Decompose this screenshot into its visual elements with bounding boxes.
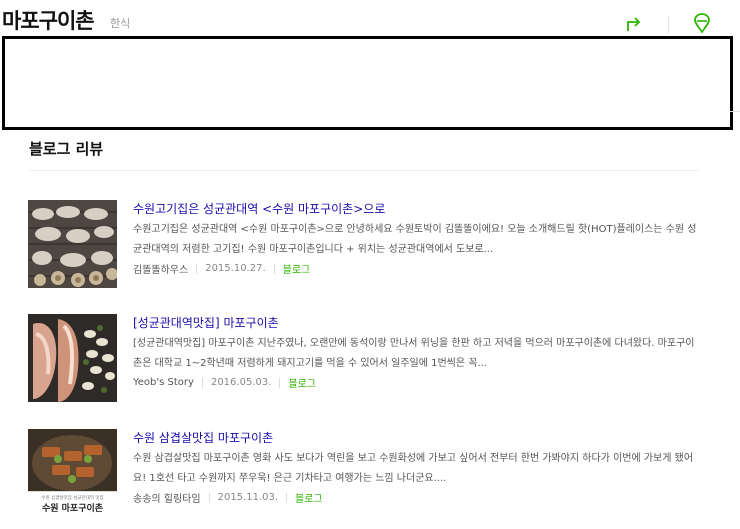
section-divider bbox=[29, 170, 699, 171]
review-source: 블로그 bbox=[288, 379, 316, 390]
review-meta: 김똘똘하우스 2015.10.27. 블로그 bbox=[133, 261, 310, 276]
review-meta: 송송의 힐링타임 2015.11.03. 블로그 bbox=[133, 490, 323, 505]
review-item[interactable]: 수원고기집은 성균관대역 <수원 마포구이촌>으로 수원고기집은 성균관대역 <… bbox=[0, 200, 740, 300]
header-divider bbox=[668, 16, 669, 34]
place-header: 마포구이촌 한식 bbox=[0, 0, 740, 38]
review-author[interactable]: 송송의 힐링타임 bbox=[133, 490, 201, 505]
review-description: 수원 삼겹살맛집 마포구이촌 영화 사도 보다가 역린을 보고 수원화성에 가보… bbox=[133, 453, 694, 484]
svg-text:수원 삼겹살맛집 성균관대역 맛집: 수원 삼겹살맛집 성균관대역 맛집 bbox=[41, 494, 103, 501]
meta-separator bbox=[196, 263, 198, 274]
review-title[interactable]: 수원고기집은 성균관대역 <수원 마포구이촌>으로 bbox=[133, 200, 385, 217]
review-title[interactable]: [성균관대역맛집] 마포구이촌 bbox=[133, 314, 279, 331]
review-author[interactable]: 김똘똘하우스 bbox=[133, 261, 188, 276]
review-source: 블로그 bbox=[282, 265, 311, 276]
review-description: 수원고기집은 성균관대역 <수원 마포구이촌>으로 안녕하세요 수원토박이 김똘… bbox=[133, 224, 697, 255]
review-thumbnail[interactable] bbox=[28, 200, 117, 288]
review-meta: Yeob's Story 2016.05.03. 블로그 bbox=[133, 375, 316, 390]
review-date: 2015.11.03. bbox=[217, 492, 279, 503]
review-thumbnail[interactable] bbox=[28, 314, 117, 402]
meta-separator bbox=[279, 377, 281, 388]
review-date: 2016.05.03. bbox=[210, 377, 272, 388]
place-category: 한식 bbox=[110, 17, 131, 30]
map-pin-icon[interactable] bbox=[693, 13, 711, 34]
review-item[interactable]: 수원 삼겹살맛집 성균관대역 맛집 수원 마포구이촌 수원 삼겹살맛집 마포구이… bbox=[0, 429, 740, 529]
review-date: 2015.10.27. bbox=[205, 263, 266, 274]
share-arrow-icon[interactable] bbox=[625, 13, 643, 33]
review-thumbnail[interactable]: 수원 삼겹살맛집 성균관대역 맛집 수원 마포구이촌 bbox=[28, 429, 117, 517]
thumb-caption: 수원 마포구이촌 bbox=[42, 502, 103, 514]
meta-separator bbox=[286, 492, 288, 503]
meta-separator bbox=[201, 377, 203, 388]
review-item[interactable]: [성균관대역맛집] 마포구이촌 [성균관대역맛집] 마포구이촌 지난주였나, 오… bbox=[0, 314, 740, 414]
review-source: 블로그 bbox=[295, 494, 323, 505]
blog-review-heading: 블로그 리뷰 bbox=[29, 140, 104, 158]
review-author[interactable]: Yeob's Story bbox=[133, 377, 194, 388]
review-title[interactable]: 수원 삼겹살맛집 마포구이촌 bbox=[133, 429, 273, 446]
place-name[interactable]: 마포구이촌 bbox=[2, 5, 95, 35]
review-description: [성균관대역맛집] 마포구이촌 지난주였나, 오랜만에 동석이랑 만나서 위닝을… bbox=[133, 338, 695, 369]
meta-separator bbox=[208, 492, 210, 503]
meta-separator bbox=[273, 263, 275, 274]
divider-line bbox=[730, 111, 740, 112]
redacted-region bbox=[2, 36, 733, 130]
